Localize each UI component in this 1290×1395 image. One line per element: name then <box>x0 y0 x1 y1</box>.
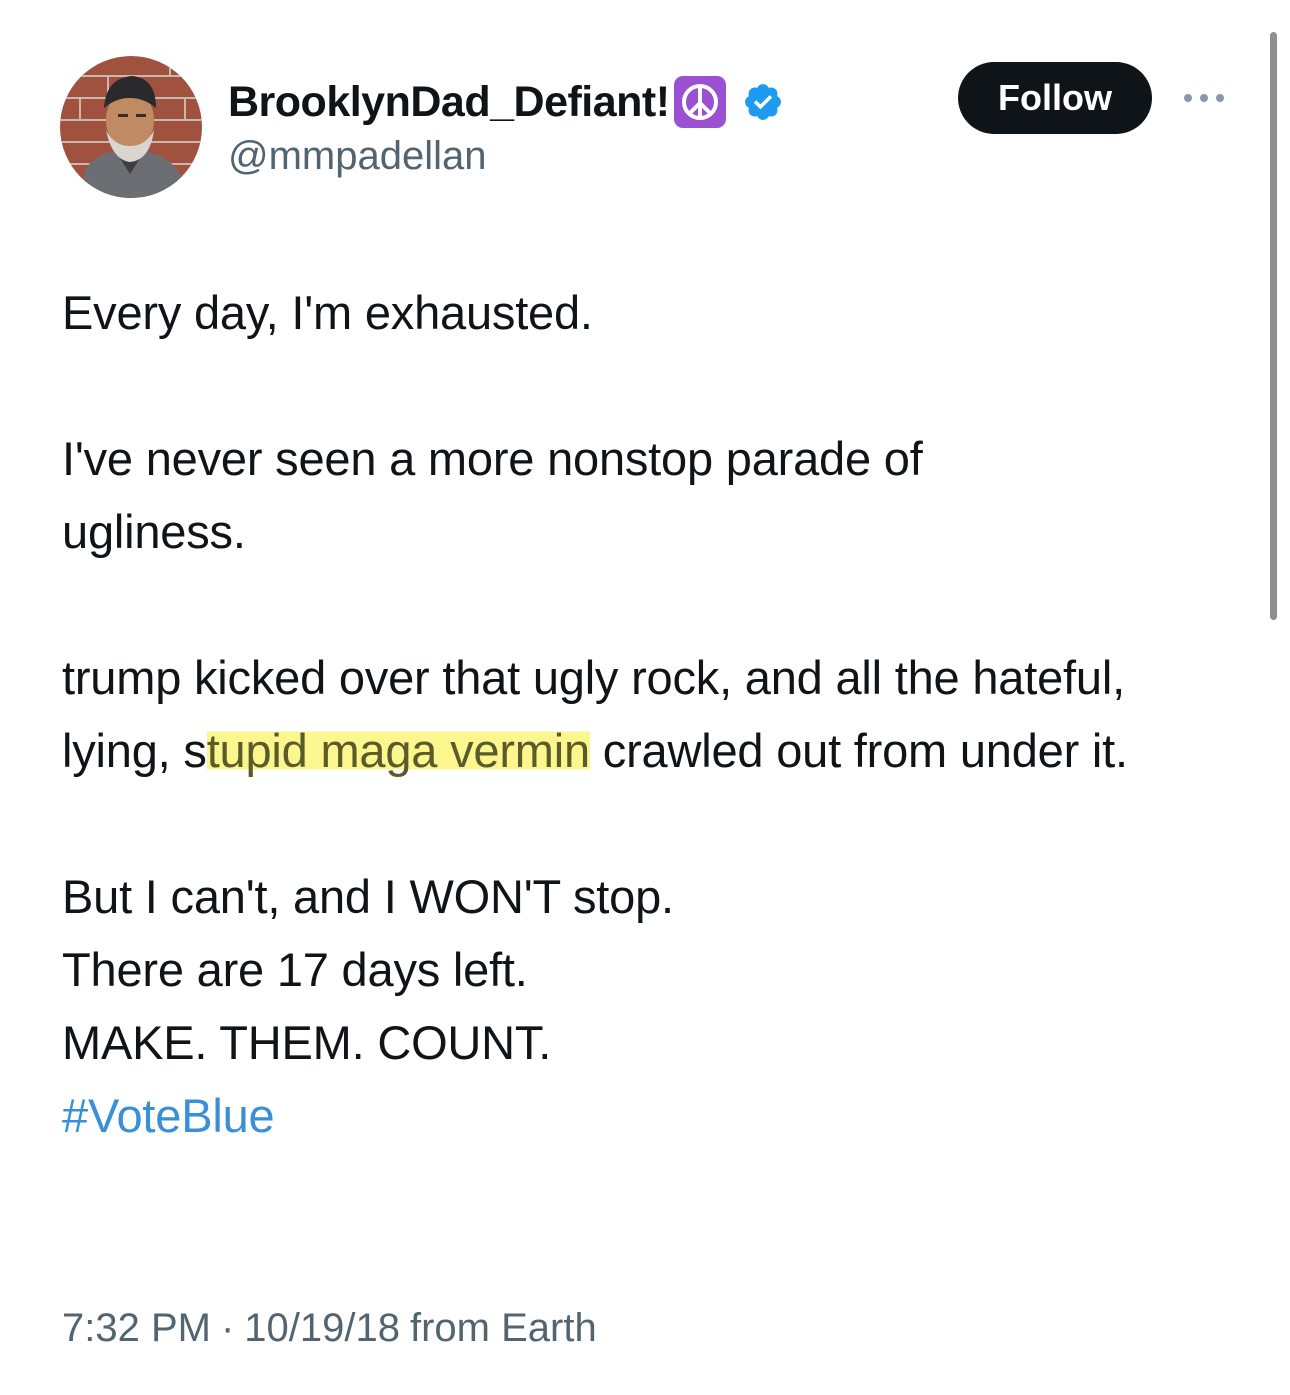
tweet-text: Every day, I'm exhausted. I've never see… <box>62 276 1242 1152</box>
avatar[interactable] <box>60 56 202 198</box>
display-name-row: BrooklynDad_Defiant! <box>228 74 784 130</box>
tweet-meta: 7:32 PM · 10/19/18 from Earth <box>62 1306 597 1351</box>
tweet-time[interactable]: 7:32 PM <box>62 1306 211 1351</box>
tweet-line-5: There are 17 days left. <box>62 943 528 996</box>
tweet-paragraph-1: Every day, I'm exhausted. <box>62 286 593 339</box>
tweet-text-segment: crawled out from under it. <box>589 724 1128 777</box>
tweet-source: from Earth <box>410 1306 597 1350</box>
peace-symbol-icon <box>673 76 726 128</box>
follow-button[interactable]: Follow <box>958 62 1152 134</box>
tweet-line-4: But I can't, and I WON'T stop. <box>62 870 674 923</box>
avatar-photo <box>60 56 202 198</box>
scrollbar[interactable] <box>1270 32 1277 620</box>
tweet-paragraph-2: I've never seen a more nonstop parade of… <box>62 432 923 558</box>
user-names: BrooklynDad_Defiant! @mmpadellan <box>228 74 784 179</box>
tweet-paragraph-3: trump kicked over that ugly rock, and al… <box>62 641 1242 787</box>
highlighted-text: tupid maga vermin <box>206 724 590 777</box>
tweet-header: BrooklynDad_Defiant! @mmpadellan Follow <box>60 56 1240 206</box>
more-options-icon[interactable] <box>1178 80 1230 116</box>
hashtag-link[interactable]: #VoteBlue <box>62 1089 275 1142</box>
meta-separator: · <box>220 1306 235 1350</box>
tweet-date[interactable]: 10/19/18 <box>244 1306 400 1351</box>
display-name[interactable]: BrooklynDad_Defiant! <box>228 78 670 127</box>
user-handle[interactable]: @mmpadellan <box>228 134 784 179</box>
verified-badge-icon[interactable] <box>742 81 784 123</box>
tweet-line-6: MAKE. THEM. COUNT. <box>62 1016 552 1069</box>
